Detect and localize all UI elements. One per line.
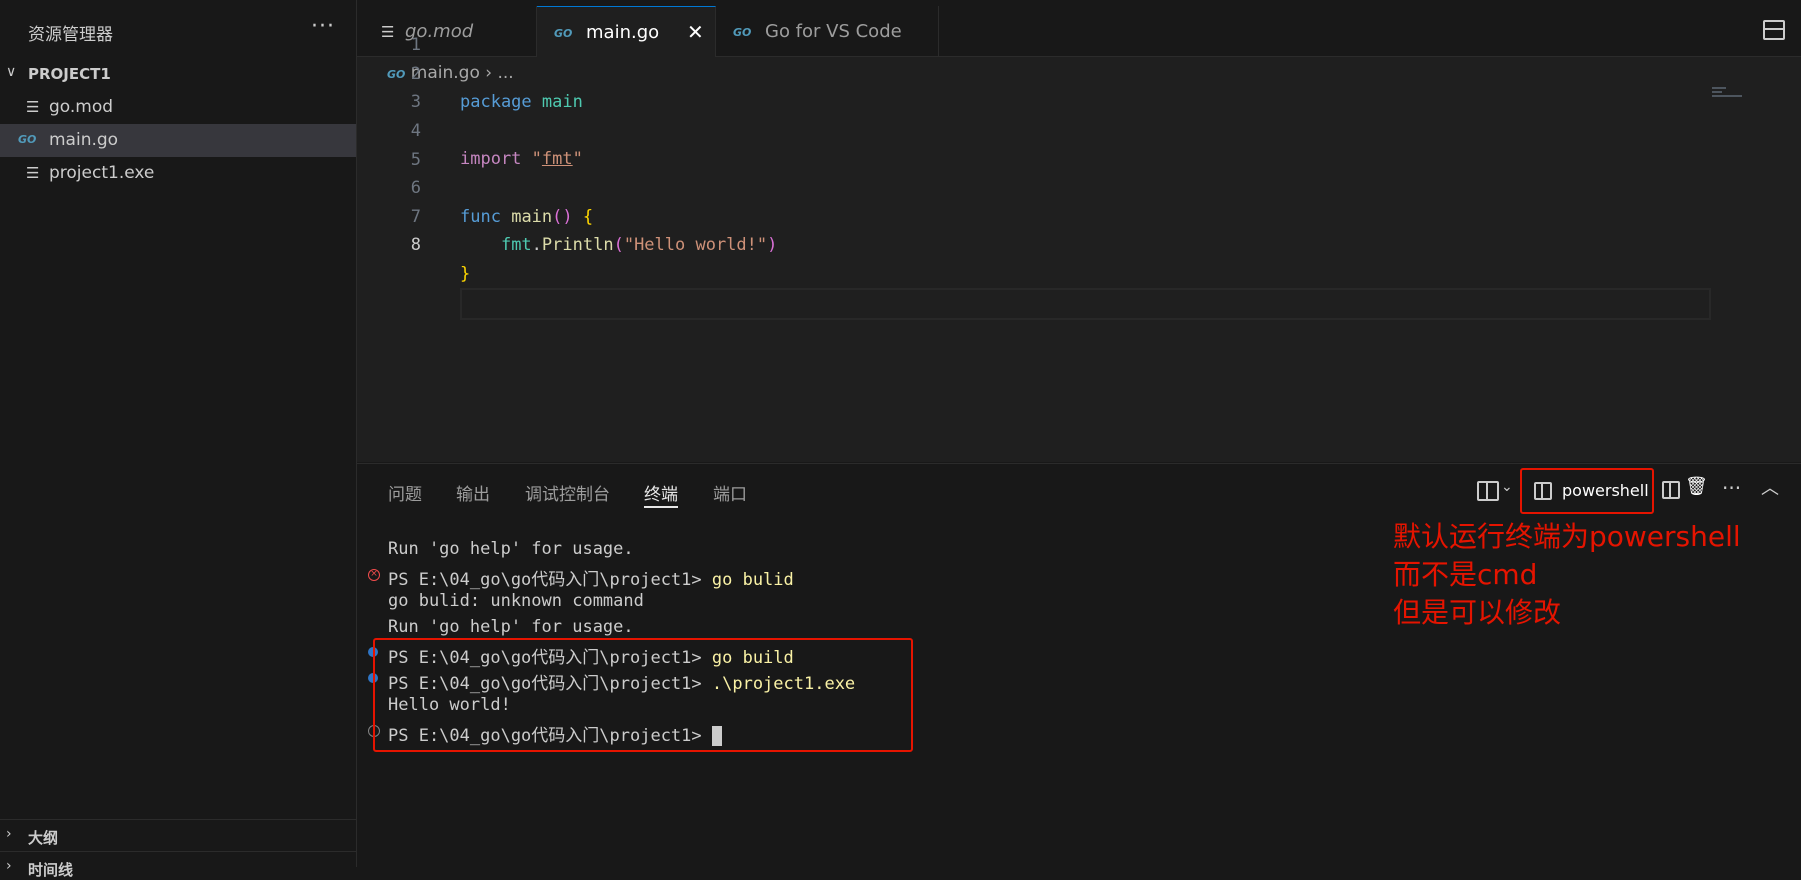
active-tab-indicator xyxy=(644,506,678,508)
terminal-text: go bulid: unknown command xyxy=(388,591,644,611)
terminal-profile-button[interactable]: powershell xyxy=(1520,468,1654,514)
file-item-main-go[interactable]: GO main.go xyxy=(0,124,356,157)
more-actions-icon[interactable]: ··· xyxy=(1722,476,1741,500)
file-item-label: main.go xyxy=(49,130,119,150)
current-line-highlight xyxy=(460,288,1711,320)
line-number: 5 xyxy=(410,150,421,170)
file-lines-icon: ☰ xyxy=(26,98,40,116)
line-number: 4 xyxy=(410,121,421,141)
annotation-highlight-box xyxy=(373,638,913,752)
tab-debug-console[interactable]: 调试控制台 xyxy=(525,480,610,505)
line-number: 6 xyxy=(410,178,421,198)
chevron-down-icon: ∨ xyxy=(6,64,17,80)
split-panel-icon[interactable] xyxy=(1662,481,1680,499)
function-name: main xyxy=(511,207,553,227)
split-terminal-icon[interactable] xyxy=(1477,481,1499,501)
line-number: 1 xyxy=(410,35,421,55)
bracket: ( xyxy=(552,207,563,227)
tab-go-for-vs-code[interactable]: GO Go for VS Code xyxy=(716,6,939,56)
line-number-current: 8 xyxy=(410,235,421,255)
package-ref: fmt xyxy=(500,235,532,255)
terminal-line: go bulid: unknown command xyxy=(388,591,644,611)
chevron-down-icon[interactable]: ⌄ xyxy=(1501,479,1513,495)
keyword: import xyxy=(460,149,522,169)
code-line-5: func main() { xyxy=(460,207,593,227)
line-number: 2 xyxy=(410,64,421,84)
annotation-line: 默认运行终端为powershell xyxy=(1393,520,1741,553)
annotation-note: 默认运行终端为powershell 而不是cmd 但是可以修改 xyxy=(1393,518,1741,632)
bracket: ) xyxy=(767,235,778,255)
explorer-title: 资源管理器 xyxy=(28,25,113,45)
code-editor[interactable]: GO main.go › ... 1 2 3 4 5 6 7 8 package… xyxy=(357,35,1801,462)
tab-output[interactable]: 输出 xyxy=(456,480,490,505)
file-item-go-mod[interactable]: ☰ go.mod xyxy=(0,91,356,124)
breadcrumb-file[interactable]: main.go xyxy=(411,63,480,83)
terminal-line: Run 'go help' for usage. xyxy=(388,539,634,559)
terminal-line: Run 'go help' for usage. xyxy=(388,617,634,637)
file-item-label: project1.exe xyxy=(49,163,155,183)
minimap[interactable] xyxy=(1712,87,1750,101)
tab-label: Go for VS Code xyxy=(765,21,902,42)
explorer-header: 资源管理器 ··· xyxy=(0,0,356,64)
timeline-section[interactable]: › 时间线 xyxy=(0,851,356,879)
chevron-right-icon: › xyxy=(6,826,12,842)
breadcrumb-separator: › xyxy=(485,63,493,83)
line-number: 3 xyxy=(410,92,421,112)
editor-tab-bar: ☰ go.mod GO main.go ✕ GO Go for VS Code xyxy=(357,0,1801,57)
split-editor-icon[interactable] xyxy=(1763,20,1785,40)
tab-ports[interactable]: 端口 xyxy=(713,480,747,505)
outline-section[interactable]: › 大纲 xyxy=(0,819,356,852)
tab-main-go[interactable]: GO main.go ✕ xyxy=(537,6,716,57)
terminal-command: go bulid xyxy=(711,570,794,590)
breadcrumb-symbols[interactable]: ... xyxy=(498,63,514,83)
project-folder[interactable]: ∨ PROJECT1 xyxy=(0,60,356,88)
string-literal: "Hello world!" xyxy=(623,235,768,255)
package-name: main xyxy=(541,92,583,112)
terminal-line: PS E:\04_go\go代码入门\project1> go bulid xyxy=(388,565,794,590)
chevron-right-icon: › xyxy=(6,858,12,874)
timeline-label: 时间线 xyxy=(28,861,74,879)
bracket: ( xyxy=(613,235,624,255)
command-error-icon[interactable]: × xyxy=(368,569,380,581)
terminal-text: Run 'go help' for usage. xyxy=(388,617,634,637)
trash-icon[interactable]: 🗑 xyxy=(1685,476,1708,497)
terminal-split-icon xyxy=(1534,482,1552,500)
function-call: Println xyxy=(541,235,614,255)
code-line-6: fmt.Println("Hello world!") xyxy=(460,235,777,255)
code-line-1: package main xyxy=(460,92,583,112)
go-icon: GO xyxy=(733,26,752,39)
code-line-3: import "fmt" xyxy=(460,149,583,169)
maximize-panel-icon[interactable]: ︿ xyxy=(1761,474,1779,500)
terminal-text: Run 'go help' for usage. xyxy=(388,539,634,559)
file-lines-icon: ☰ xyxy=(26,164,40,182)
file-item-label: go.mod xyxy=(49,97,114,117)
dot: . xyxy=(531,235,542,255)
terminal-prompt: PS E:\04_go\go代码入门\project1> xyxy=(388,570,712,590)
tab-label: main.go xyxy=(586,22,660,43)
bracket: ) xyxy=(562,207,573,227)
go-icon: GO xyxy=(18,133,37,146)
annotation-line: 而不是cmd xyxy=(1393,558,1538,591)
more-actions-icon[interactable]: ··· xyxy=(311,14,335,39)
tab-problems[interactable]: 问题 xyxy=(388,480,422,505)
string-quote: " xyxy=(531,149,542,169)
code-line-7: } xyxy=(460,264,470,284)
keyword: package xyxy=(460,92,532,112)
line-number: 7 xyxy=(410,207,421,227)
explorer-sidebar: 资源管理器 ··· ∨ PROJECT1 ☰ go.mod GO main.go… xyxy=(0,0,357,879)
file-item-project1-exe[interactable]: ☰ project1.exe xyxy=(0,157,356,190)
string-quote: " xyxy=(572,149,583,169)
project-folder-label: PROJECT1 xyxy=(28,65,111,83)
terminal-profile-label: powershell xyxy=(1562,481,1649,500)
outline-label: 大纲 xyxy=(28,829,59,847)
bracket: { xyxy=(582,207,594,227)
go-icon: GO xyxy=(554,27,573,40)
bracket: } xyxy=(460,264,471,284)
close-icon[interactable]: ✕ xyxy=(687,20,704,44)
tab-terminal[interactable]: 终端 xyxy=(644,480,678,505)
import-path: fmt xyxy=(541,149,573,169)
keyword: func xyxy=(460,207,501,227)
annotation-line: 但是可以修改 xyxy=(1393,596,1562,629)
